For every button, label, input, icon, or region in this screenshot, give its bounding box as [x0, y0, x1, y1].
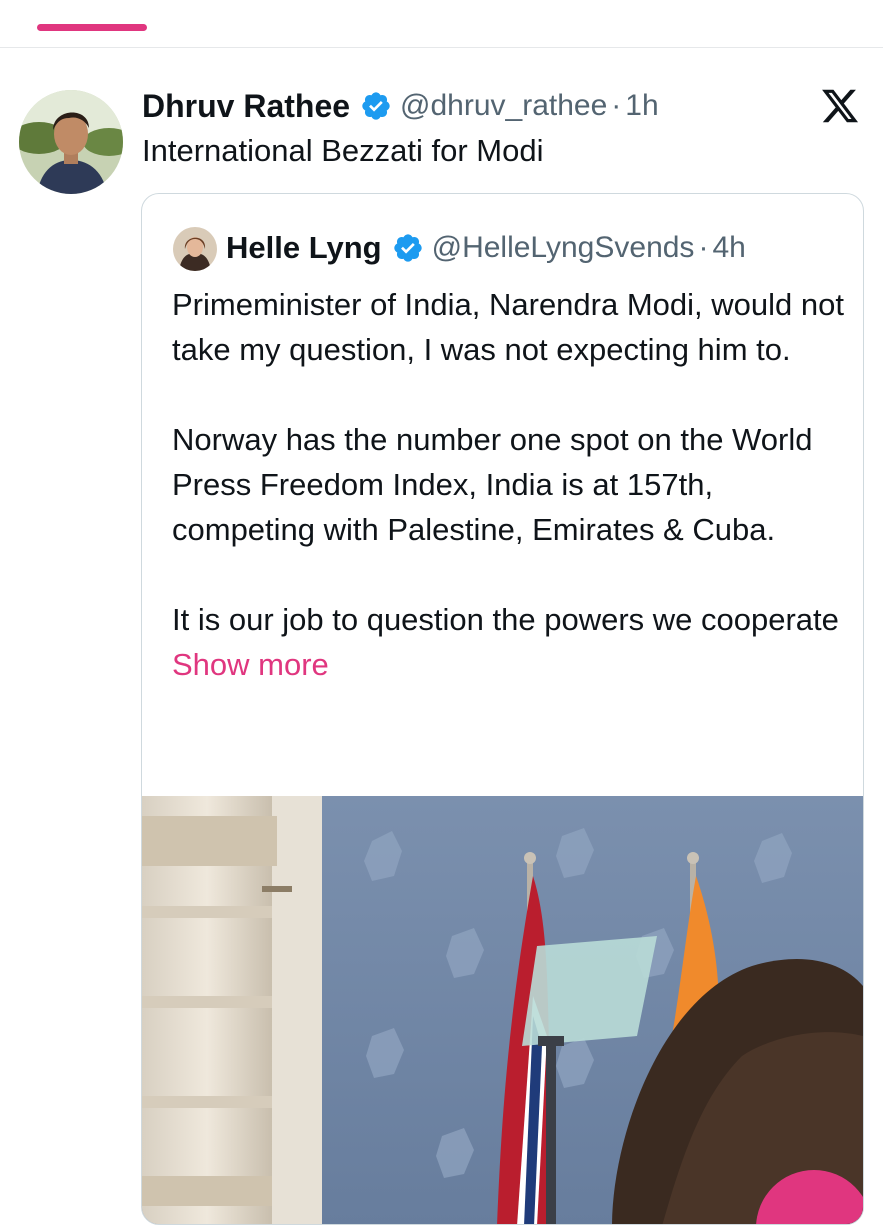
quote-author-handle[interactable]: @HelleLyngSvends: [432, 231, 695, 265]
separator-dot: ·: [698, 231, 709, 264]
quote-avatar[interactable]: [173, 227, 217, 271]
x-logo-icon[interactable]: [820, 86, 860, 126]
verified-badge-icon: [392, 232, 424, 264]
video-thumbnail[interactable]: [142, 796, 863, 1224]
quoted-tweet-card[interactable]: Helle Lyng @HelleLyngSvends · 4h Primemi…: [141, 193, 864, 1225]
tab-label-cut-off[interactable]: · · · ·: [140, 0, 221, 13]
quote-text: Primeminister of India, Narendra Modi, w…: [172, 282, 852, 687]
quote-author-name[interactable]: Helle Lyng: [226, 230, 382, 266]
timestamp[interactable]: 1h: [625, 89, 658, 123]
active-tab-indicator: [37, 24, 147, 31]
tweet-text: International Bezzati for Modi: [142, 133, 544, 168]
author-name[interactable]: Dhruv Rathee: [142, 88, 350, 125]
avatar[interactable]: [19, 90, 123, 194]
top-tab-bar: · · · ·: [0, 0, 883, 48]
author-handle[interactable]: @dhruv_rathee: [400, 89, 607, 123]
quote-body: Primeminister of India, Narendra Modi, w…: [172, 287, 844, 637]
quote-timestamp[interactable]: 4h: [712, 231, 745, 265]
separator-dot: ·: [611, 89, 622, 122]
divider: [0, 47, 883, 48]
tweet-header: Dhruv Rathee @dhruv_rathee · 1h: [142, 84, 659, 128]
show-more-link[interactable]: Show more: [172, 647, 329, 682]
verified-badge-icon: [360, 90, 392, 122]
quote-header: Helle Lyng @HelleLyngSvends · 4h: [226, 226, 746, 270]
